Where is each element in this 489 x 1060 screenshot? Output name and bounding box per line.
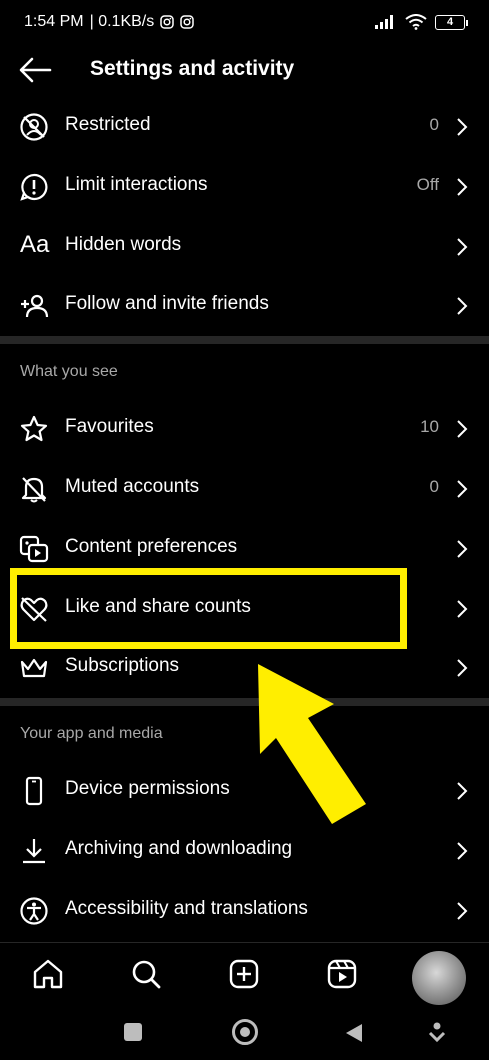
section-divider — [0, 698, 489, 706]
chevron-right-icon — [457, 842, 468, 860]
row-muted-accounts[interactable]: Muted accounts 0 — [0, 459, 489, 519]
hidden-words-icon: Aa — [20, 231, 50, 258]
reels-icon[interactable] — [325, 957, 359, 991]
row-value: 0 — [429, 115, 439, 134]
status-bar: 1:54 PM | 0.1KB/s 4 — [0, 0, 489, 44]
chevron-right-icon — [457, 540, 468, 558]
row-label: Restricted — [65, 114, 151, 135]
row-label: Subscriptions — [65, 655, 180, 676]
highlight-box — [10, 568, 407, 649]
chevron-right-icon — [457, 238, 468, 256]
restricted-icon — [20, 113, 48, 141]
status-right: 4 — [375, 14, 468, 30]
row-label: Device permissions — [65, 778, 230, 799]
chevron-right-icon — [457, 480, 468, 498]
network-speed: | 0.1KB/s — [89, 13, 155, 30]
row-label: Archiving and downloading — [65, 838, 293, 859]
row-accessibility-translations[interactable]: Accessibility and translations — [0, 881, 489, 941]
limit-interactions-icon — [20, 173, 48, 201]
download-icon — [23, 839, 45, 864]
row-label: Content preferences — [65, 536, 238, 557]
header: Settings and activity — [0, 44, 489, 96]
muted-bell-icon — [21, 477, 47, 503]
row-value: Off — [416, 175, 439, 194]
row-value: 0 — [429, 477, 439, 496]
section-title-what-you-see: What you see — [20, 363, 118, 380]
annotation-arrow-icon — [258, 664, 366, 824]
add-person-icon — [21, 294, 49, 318]
chevron-right-icon — [457, 297, 468, 315]
row-value: 10 — [420, 417, 439, 436]
back-system-button[interactable] — [344, 1022, 364, 1044]
chevron-right-icon — [457, 659, 468, 677]
phone-icon — [25, 776, 43, 806]
row-label: Limit interactions — [65, 174, 208, 195]
arrow-left-icon[interactable] — [18, 56, 52, 84]
page-title: Settings and activity — [90, 57, 295, 80]
row-limit-interactions[interactable]: Limit interactions Off — [0, 157, 489, 217]
chevron-right-icon — [457, 118, 468, 136]
home-system-button[interactable] — [232, 1019, 258, 1045]
chevron-right-icon — [457, 902, 468, 920]
search-icon[interactable] — [129, 957, 163, 991]
battery-level: 4 — [446, 16, 454, 28]
chevron-right-icon — [457, 420, 468, 438]
wifi-icon — [405, 14, 427, 30]
chevron-right-icon — [457, 600, 468, 618]
bottom-nav — [0, 942, 489, 1005]
chevron-right-icon — [457, 782, 468, 800]
chevron-right-icon — [457, 178, 468, 196]
row-label: Follow and invite friends — [65, 293, 269, 314]
row-label: Hidden words — [65, 234, 182, 255]
row-label: Accessibility and translations — [65, 898, 308, 919]
home-icon[interactable] — [31, 957, 65, 991]
row-device-permissions[interactable]: Device permissions — [0, 761, 489, 821]
profile-avatar[interactable] — [412, 951, 466, 1005]
row-favourites[interactable]: Favourites 10 — [0, 399, 489, 459]
star-icon — [20, 415, 48, 442]
battery-icon: 4 — [435, 14, 468, 30]
status-time: 1:54 PM — [24, 13, 84, 30]
row-label: Muted accounts — [65, 476, 200, 497]
crown-icon — [20, 658, 48, 678]
row-hidden-words[interactable]: Aa Hidden words — [0, 217, 489, 277]
row-label: Favourites — [65, 416, 154, 437]
section-title-your-app: Your app and media — [20, 725, 163, 742]
row-restricted[interactable]: Restricted 0 — [0, 97, 489, 157]
content-preferences-icon — [19, 535, 49, 563]
signal-icon — [375, 15, 393, 29]
row-archiving-downloading[interactable]: Archiving and downloading — [0, 821, 489, 881]
plus-square-icon[interactable] — [227, 957, 261, 991]
section-divider — [0, 336, 489, 344]
accessibility-icon — [20, 897, 48, 925]
notification-pull-icon[interactable] — [428, 1021, 446, 1043]
home-dot — [240, 1027, 250, 1037]
recent-apps-button[interactable] — [124, 1023, 142, 1041]
status-left: 1:54 PM | 0.1KB/s — [24, 13, 194, 31]
instagram-notification-icon-2 — [180, 15, 194, 29]
system-nav-bar — [0, 1004, 489, 1060]
row-follow-invite[interactable]: Follow and invite friends — [0, 276, 489, 336]
instagram-notification-icon — [160, 15, 174, 29]
